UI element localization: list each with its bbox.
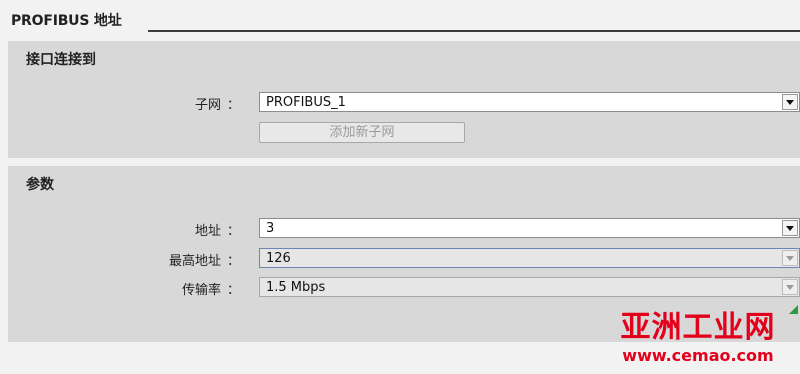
address-dropdown-button[interactable] bbox=[782, 220, 798, 236]
highest-address-dropdown[interactable]: 126 bbox=[259, 248, 800, 268]
add-subnet-button[interactable]: 添加新子网 bbox=[259, 122, 465, 143]
profibus-address-page: PROFIBUS 地址 接口连接到 子网 ： PROFIBUS_1 添加新子网 参… bbox=[0, 0, 800, 374]
highest-address-label: 最高地址 bbox=[168, 254, 221, 269]
address-dropdown[interactable]: 3 bbox=[259, 218, 800, 238]
address-label-colon: ： bbox=[226, 224, 240, 239]
interface-panel: 接口连接到 子网 ： PROFIBUS_1 添加新子网 bbox=[8, 41, 800, 158]
chevron-down-icon bbox=[786, 100, 794, 105]
subnet-label-row: 子网 ： bbox=[195, 94, 240, 113]
watermark-url: www.cemao.com bbox=[622, 346, 774, 365]
chevron-down-icon bbox=[786, 285, 794, 290]
watermark-title: 亚洲工业网 bbox=[620, 310, 776, 345]
baud-rate-dropdown-button[interactable] bbox=[782, 279, 798, 295]
chevron-down-icon bbox=[786, 256, 794, 261]
highest-address-value: 126 bbox=[266, 251, 291, 266]
address-label-row: 地址 ： bbox=[195, 220, 240, 239]
highest-address-label-colon: ： bbox=[226, 254, 240, 269]
subnet-label-colon: ： bbox=[226, 98, 240, 113]
corner-indicator-icon bbox=[789, 305, 798, 314]
section-header: PROFIBUS 地址 bbox=[0, 8, 800, 34]
subnet-dropdown[interactable]: PROFIBUS_1 bbox=[259, 92, 800, 112]
subnet-value: PROFIBUS_1 bbox=[266, 95, 346, 110]
highest-address-label-row: 最高地址 ： bbox=[169, 250, 240, 269]
subnet-label: 子网 bbox=[194, 98, 221, 113]
subnet-dropdown-button[interactable] bbox=[782, 94, 798, 110]
section-title: PROFIBUS 地址 bbox=[11, 13, 122, 29]
address-value: 3 bbox=[266, 221, 275, 236]
watermark-logo: 亚洲工业网 www.cemao.com bbox=[608, 310, 788, 370]
interface-heading: 接口连接到 bbox=[26, 52, 96, 68]
baud-rate-dropdown[interactable]: 1.5 Mbps bbox=[259, 277, 800, 297]
parameters-heading: 参数 bbox=[26, 177, 54, 193]
baud-rate-label-colon: ： bbox=[226, 283, 240, 298]
section-divider bbox=[148, 30, 800, 32]
chevron-down-icon bbox=[786, 226, 794, 231]
baud-rate-label: 传输率 bbox=[181, 283, 221, 298]
baud-rate-value: 1.5 Mbps bbox=[266, 280, 326, 295]
address-label: 地址 bbox=[194, 224, 221, 239]
highest-address-dropdown-button[interactable] bbox=[782, 250, 798, 266]
baud-rate-label-row: 传输率 ： bbox=[182, 279, 240, 298]
